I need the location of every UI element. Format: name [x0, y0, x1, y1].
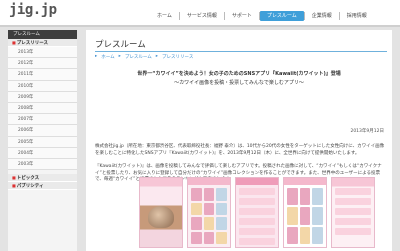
app-screenshot-image: [139, 177, 183, 248]
app-screenshot-image: [331, 177, 375, 248]
breadcrumb-home[interactable]: ホーム: [101, 54, 114, 60]
sidebar-section-label: トピックス: [16, 176, 40, 182]
breadcrumb-arrow-icon: ▸: [95, 54, 98, 59]
nav-pressroom[interactable]: プレスルーム: [259, 11, 304, 21]
app-screenshot-image: [235, 177, 279, 248]
sidebar-item-year[interactable]: 2011年: [8, 69, 77, 81]
sidebar-item-year[interactable]: 2012年: [8, 58, 77, 70]
breadcrumb-arrow-icon: ▸: [118, 54, 121, 59]
release-date: 2013年9月12日: [350, 129, 384, 134]
site-logo[interactable]: jig.jp: [9, 2, 57, 18]
sidebar-heading: プレスルーム: [8, 30, 77, 39]
cat-photo: [148, 206, 174, 228]
release-paragraph: 株式会社jig.jp（所在地：東京都渋谷区、代表取締役社長：福野 泰介）は、10…: [95, 144, 385, 156]
sidebar-section-topics[interactable]: ■トピックス: [8, 174, 77, 183]
thumbnail-grid: [191, 188, 227, 244]
breadcrumb-press-releases[interactable]: プレスリリース: [162, 54, 193, 60]
list-preview: [239, 188, 275, 245]
sidebar-item-year[interactable]: 2010年: [8, 80, 77, 92]
nav-services[interactable]: サービス情報: [180, 11, 224, 21]
sidebar-item-year[interactable]: 2006年: [8, 125, 77, 137]
sidebar-section-press-releases[interactable]: ■プレスリリース: [8, 39, 77, 47]
title-underline: [95, 51, 387, 52]
app-screenshot-image: [187, 177, 231, 248]
breadcrumb-arrow-icon: ▸: [155, 54, 159, 59]
bullet-icon: ■: [12, 183, 16, 189]
header-divider: [0, 25, 400, 27]
page-title: プレスルーム: [95, 40, 146, 50]
bullet-icon: ■: [12, 40, 16, 45]
nav-company[interactable]: 企業情報: [305, 11, 339, 21]
sidebar-item-year[interactable]: 2004年: [8, 147, 77, 159]
sidebar-item-year[interactable]: 2013年: [8, 47, 77, 59]
sidebar-section-publicity[interactable]: ■パブリシティ: [8, 182, 77, 191]
release-subheadline: ～カワイイ画像を投稿・投票してみんなで楽しむアプリ～: [174, 80, 304, 86]
sidebar: プレスルーム ■プレスリリース 2013年 2012年 2011年 2010年 …: [8, 30, 77, 251]
nav-recruit[interactable]: 採用情報: [340, 11, 374, 21]
sidebar-item-year[interactable]: 2008年: [8, 102, 77, 115]
nav-support[interactable]: サポート: [225, 11, 259, 21]
nav-home[interactable]: ホーム: [150, 11, 179, 21]
app-screenshot-image: [283, 177, 327, 248]
ranking-preview: [335, 188, 371, 235]
sidebar-section-label: プレスリリース: [16, 41, 49, 46]
sidebar-item-year[interactable]: 2007年: [8, 114, 77, 126]
sidebar-item-year[interactable]: 2005年: [8, 136, 77, 148]
breadcrumb: ▸ ホーム ▸ プレスルーム ▸ プレスリリース: [95, 54, 193, 60]
thumbnail-grid: [287, 188, 323, 244]
release-headline: 世界一“カワイイ”を決めよう！女の子のためのSNSアプリ『Kawaiit(カワイ…: [137, 71, 341, 77]
sidebar-section-label: パブリシティ: [16, 184, 44, 190]
global-nav: ホーム サービス情報 サポート プレスルーム 企業情報 採用情報: [150, 10, 374, 22]
site-header: jig.jp ホーム サービス情報 サポート プレスルーム 企業情報 採用情報: [0, 0, 400, 27]
bullet-icon: ■: [12, 175, 16, 181]
breadcrumb-pressroom[interactable]: プレスルーム: [125, 54, 152, 60]
sidebar-item-year[interactable]: 2003年: [8, 158, 77, 171]
app-screenshots: [139, 177, 375, 248]
sidebar-item-year[interactable]: 2009年: [8, 91, 77, 103]
